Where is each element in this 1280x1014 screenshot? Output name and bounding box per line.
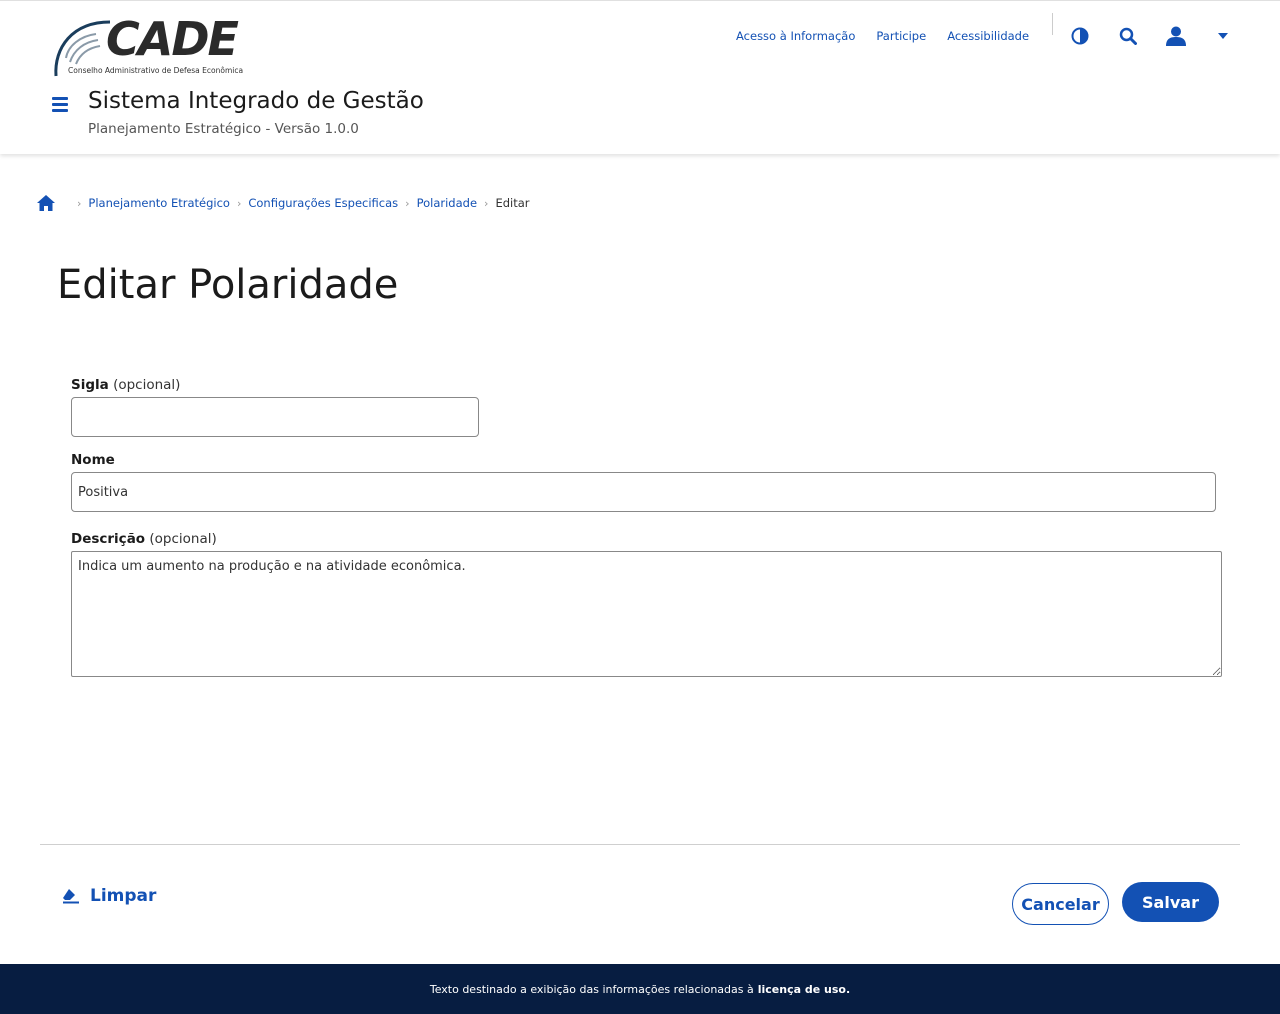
sigla-input[interactable] bbox=[71, 397, 479, 437]
logo-subtitle: Conselho Administrativo de Defesa Econôm… bbox=[68, 66, 244, 75]
user-icon[interactable] bbox=[1165, 25, 1187, 47]
home-icon[interactable] bbox=[36, 194, 56, 212]
breadcrumb-current: Editar bbox=[495, 196, 530, 210]
license-link[interactable]: licença de uso. bbox=[758, 983, 850, 996]
header-separator bbox=[1052, 13, 1053, 35]
chevron-right-icon: › bbox=[405, 196, 410, 210]
chevron-right-icon: › bbox=[236, 196, 242, 210]
descricao-label-text: Descrição bbox=[71, 531, 146, 547]
breadcrumb-item-planejamento[interactable]: Planejamento Etratégico bbox=[88, 196, 230, 210]
divider bbox=[40, 844, 1240, 845]
chevron-right-icon: › bbox=[484, 196, 489, 210]
link-acesso-informacao[interactable]: Acesso à Informação bbox=[736, 29, 855, 43]
nome-label: Nome bbox=[71, 452, 115, 468]
clear-button[interactable]: Limpar bbox=[62, 886, 156, 906]
nome-label-text: Nome bbox=[71, 452, 115, 468]
contrast-icon[interactable] bbox=[1069, 25, 1091, 47]
system-subtitle: Planejamento Estratégico - Versão 1.0.0 bbox=[88, 121, 359, 137]
caret-down-icon[interactable] bbox=[1212, 25, 1234, 47]
clear-button-label: Limpar bbox=[90, 886, 157, 906]
breadcrumb: › Planejamento Etratégico › Configuraçõe… bbox=[36, 193, 529, 213]
sigla-optional: (opcional) bbox=[113, 377, 181, 393]
footer-text: Texto destinado a exibição das informaçõ… bbox=[429, 982, 754, 996]
save-button[interactable]: Salvar bbox=[1122, 882, 1219, 922]
logo-text: CADE bbox=[106, 12, 239, 66]
sigla-label: Sigla (opcional) bbox=[71, 377, 180, 393]
nome-input[interactable] bbox=[71, 472, 1216, 512]
cancel-button[interactable]: Cancelar bbox=[1012, 883, 1109, 925]
descricao-textarea[interactable]: Indica um aumento na produção e na ativi… bbox=[71, 551, 1222, 677]
footer: Texto destinado a exibição das informaçõ… bbox=[0, 964, 1280, 1014]
link-participe[interactable]: Participe bbox=[876, 29, 926, 43]
breadcrumb-item-polaridade[interactable]: Polaridade bbox=[417, 196, 477, 210]
link-acessibilidade[interactable]: Acessibilidade bbox=[947, 29, 1029, 43]
page-title: Editar Polaridade bbox=[57, 262, 399, 308]
top-links: Acesso à Informação Participe Acessibili… bbox=[736, 29, 1050, 43]
header: CADE Conselho Administrativo de Defesa E… bbox=[0, 0, 1280, 154]
chevron-right-icon: › bbox=[77, 196, 82, 210]
hamburger-menu-icon[interactable] bbox=[52, 97, 68, 113]
descricao-optional: (opcional) bbox=[149, 531, 217, 547]
descricao-label: Descrição (opcional) bbox=[71, 531, 217, 547]
system-title: Sistema Integrado de Gestão bbox=[88, 88, 424, 114]
breadcrumb-item-configuracoes[interactable]: Configurações Especificas bbox=[248, 196, 398, 210]
sigla-label-text: Sigla bbox=[71, 377, 109, 393]
eraser-icon bbox=[63, 889, 79, 904]
cade-logo[interactable]: CADE Conselho Administrativo de Defesa E… bbox=[52, 12, 244, 78]
search-icon[interactable] bbox=[1117, 25, 1139, 47]
